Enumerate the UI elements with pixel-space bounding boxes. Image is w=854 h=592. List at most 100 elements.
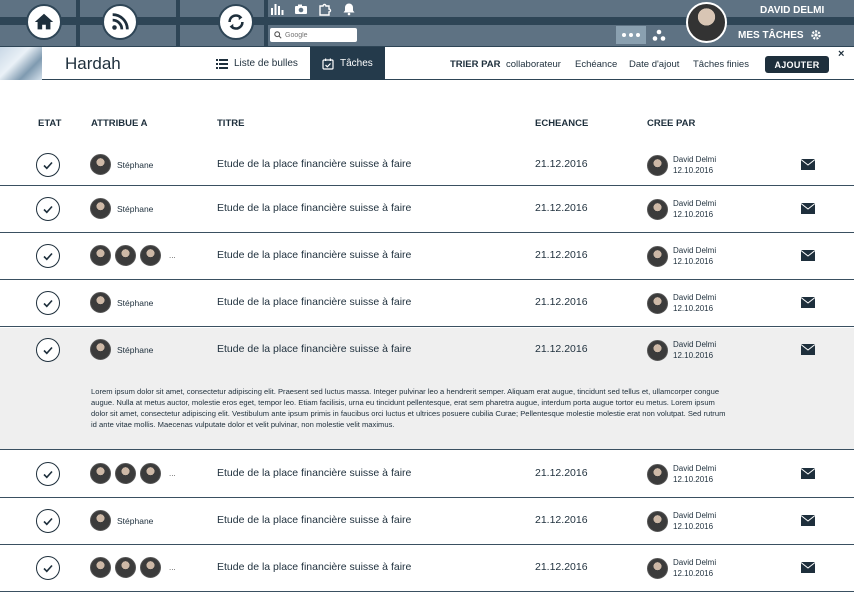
more-assignees[interactable]: ... <box>169 251 176 260</box>
mail-icon[interactable] <box>801 344 815 355</box>
creator-avatar[interactable] <box>647 292 668 314</box>
status-check-button[interactable] <box>36 153 60 177</box>
creator-avatar[interactable] <box>647 339 668 361</box>
mail-icon[interactable] <box>801 297 815 308</box>
top-bar-divider <box>264 0 268 46</box>
assignee-avatar[interactable] <box>90 339 111 360</box>
sync-button[interactable] <box>218 4 254 40</box>
assignee-avatar[interactable] <box>90 198 111 219</box>
table-row[interactable]: ... Etude de la place financière suisse à… <box>0 546 854 592</box>
status-check-button[interactable] <box>36 291 60 315</box>
table-row[interactable]: Stéphane Etude de la place financière sui… <box>0 143 854 186</box>
more-options-button[interactable] <box>616 26 646 44</box>
assignee-avatar[interactable] <box>140 245 161 266</box>
tab-bubble-list[interactable]: Liste de bulles <box>204 47 310 80</box>
assignees: ... <box>90 463 176 484</box>
column-header-due[interactable]: ECHEANCE <box>535 118 588 129</box>
table-row[interactable]: ... Etude de la place financière suisse à… <box>0 452 854 498</box>
table-row[interactable]: Stéphane Etude de la place financière sui… <box>0 499 854 545</box>
creator: David Delmi 12.10.2016 <box>647 245 716 267</box>
status-check-button[interactable] <box>36 338 60 362</box>
tab-tasks[interactable]: Tâches <box>310 47 385 80</box>
assignee-avatar[interactable] <box>90 463 111 484</box>
search-box[interactable] <box>270 28 357 42</box>
table-row[interactable]: ... Etude de la place financière suisse à… <box>0 234 854 280</box>
mail-icon[interactable] <box>801 203 815 214</box>
user-avatar[interactable] <box>686 2 727 43</box>
column-header-assigned[interactable]: ATTRIBUE A <box>91 118 147 129</box>
due-date: 21.12.2016 <box>535 202 588 214</box>
bell-icon[interactable] <box>342 2 356 16</box>
status-check-button[interactable] <box>36 244 60 268</box>
task-title[interactable]: Etude de la place financière suisse à fa… <box>217 514 411 526</box>
assignee-avatar[interactable] <box>90 292 111 313</box>
search-input[interactable] <box>285 31 355 39</box>
creator: David Delmi 12.10.2016 <box>647 292 716 314</box>
table-row[interactable]: Stéphane Etude de la place financière sui… <box>0 328 854 450</box>
close-icon[interactable]: × <box>838 48 844 60</box>
assignee-avatar[interactable] <box>115 557 136 578</box>
task-title[interactable]: Etude de la place financière suisse à fa… <box>217 343 411 355</box>
sort-by-date-added[interactable]: Date d'ajout <box>629 59 679 70</box>
column-header-title[interactable]: TITRE <box>217 118 244 129</box>
creator-avatar[interactable] <box>647 154 668 176</box>
dot <box>636 33 640 37</box>
tab-label: Liste de bulles <box>234 58 298 69</box>
sort-by-collaborator[interactable]: collaborateur <box>506 59 561 70</box>
gear-icon[interactable] <box>810 29 822 41</box>
sort-label: TRIER PAR <box>450 59 501 70</box>
check-icon <box>43 252 53 261</box>
task-title[interactable]: Etude de la place financière suisse à fa… <box>217 249 411 261</box>
mail-icon[interactable] <box>801 562 815 573</box>
column-header-created-by[interactable]: CREE PAR <box>647 118 695 129</box>
more-assignees[interactable]: ... <box>169 563 176 572</box>
creation-date: 12.10.2016 <box>673 351 714 360</box>
creator-avatar[interactable] <box>647 198 668 220</box>
assignee-avatar[interactable] <box>90 154 111 175</box>
mail-icon[interactable] <box>801 468 815 479</box>
mail-icon[interactable] <box>801 159 815 170</box>
assignee-avatar[interactable] <box>90 557 111 578</box>
task-title[interactable]: Etude de la place financière suisse à fa… <box>217 561 411 573</box>
creator-avatar[interactable] <box>647 245 668 267</box>
creator-avatar[interactable] <box>647 557 668 579</box>
feed-button[interactable] <box>102 4 138 40</box>
status-check-button[interactable] <box>36 509 60 533</box>
check-icon <box>43 205 53 214</box>
assignee-avatar[interactable] <box>140 557 161 578</box>
camera-icon[interactable] <box>294 2 308 16</box>
top-bar: DAVID DELMI MES TÂCHES <box>0 0 854 46</box>
task-title[interactable]: Etude de la place financière suisse à fa… <box>217 202 411 214</box>
home-button[interactable] <box>26 4 62 40</box>
table-row[interactable]: Stéphane Etude de la place financière sui… <box>0 281 854 327</box>
my-tasks-link[interactable]: MES TÂCHES <box>738 29 822 41</box>
table-row[interactable]: Stéphane Etude de la place financière sui… <box>0 187 854 233</box>
creation-date: 12.10.2016 <box>673 522 714 531</box>
task-title[interactable]: Etude de la place financière suisse à fa… <box>217 467 411 479</box>
puzzle-icon[interactable] <box>318 2 332 16</box>
assignee-name: Stéphane <box>117 203 154 214</box>
status-check-button[interactable] <box>36 556 60 580</box>
column-header-state[interactable]: ETAT <box>38 118 61 129</box>
task-title[interactable]: Etude de la place financière suisse à fa… <box>217 158 411 170</box>
task-title[interactable]: Etude de la place financière suisse à fa… <box>217 296 411 308</box>
creator-avatar[interactable] <box>647 463 668 485</box>
assignee-avatar[interactable] <box>90 245 111 266</box>
assignee-avatar[interactable] <box>140 463 161 484</box>
network-icon[interactable] <box>652 28 666 42</box>
status-check-button[interactable] <box>36 197 60 221</box>
mail-icon[interactable] <box>801 250 815 261</box>
more-assignees[interactable]: ... <box>169 469 176 478</box>
bar-chart-icon[interactable] <box>270 2 284 16</box>
assignee-name: Stéphane <box>117 297 154 308</box>
sort-by-due-date[interactable]: Echéance <box>575 59 617 70</box>
creator-avatar[interactable] <box>647 510 668 532</box>
assignee-avatar[interactable] <box>90 510 111 531</box>
status-check-button[interactable] <box>36 462 60 486</box>
assignee-avatar[interactable] <box>115 463 136 484</box>
due-date: 21.12.2016 <box>535 467 588 479</box>
add-button[interactable]: AJOUTER <box>765 56 829 73</box>
mail-icon[interactable] <box>801 515 815 526</box>
assignee-avatar[interactable] <box>115 245 136 266</box>
sort-by-finished[interactable]: Tâches finies <box>693 59 749 70</box>
